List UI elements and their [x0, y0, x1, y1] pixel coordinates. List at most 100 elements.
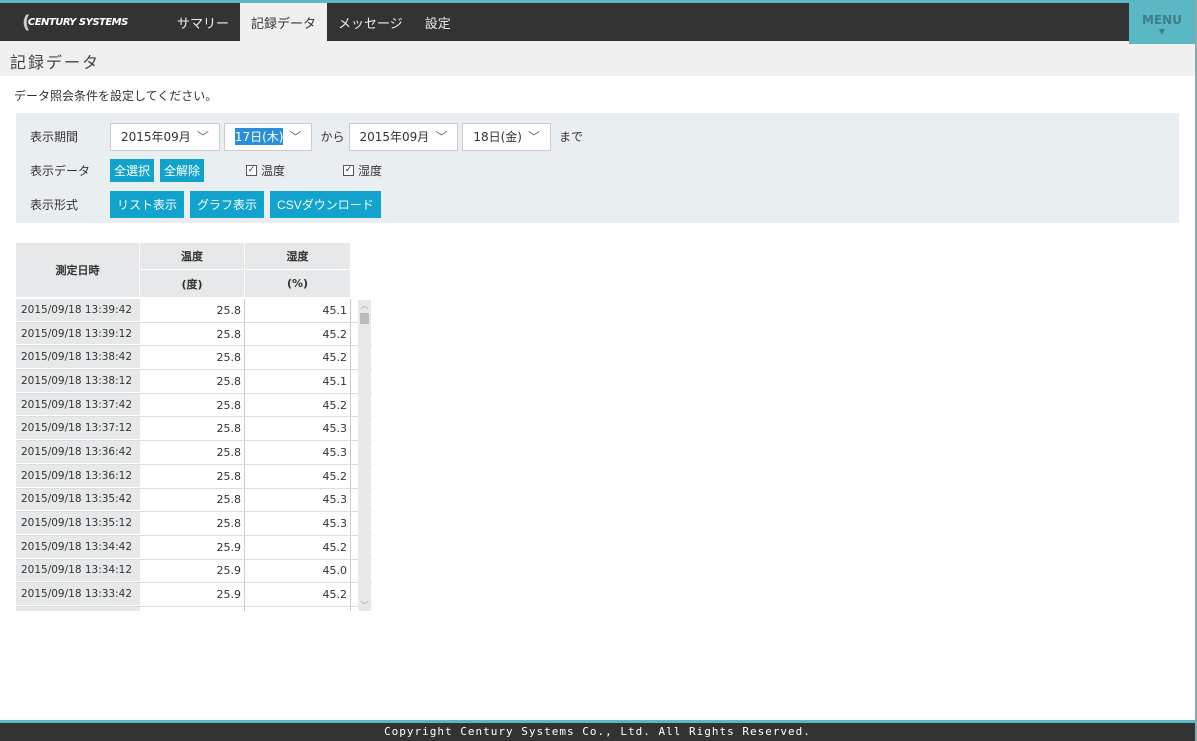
cell-datetime: 2015/09/18 13:33:42	[16, 583, 140, 606]
csv-download-button[interactable]: CSVダウンロード	[270, 191, 381, 218]
humidity-label: 湿度	[358, 164, 383, 178]
cell-temperature: 25.8	[140, 393, 245, 417]
checkbox-checked-icon: ✓	[343, 165, 355, 176]
table-row: 2015/09/18 13:39:12 25.8 45.2	[16, 322, 372, 347]
nav-settings[interactable]: 設定	[414, 3, 462, 41]
from-text: から	[320, 130, 345, 144]
cell-temperature: 25.8	[140, 464, 245, 488]
table-row: 2015/09/18 13:36:12 25.8 45.2	[16, 464, 372, 489]
from-month-select[interactable]: 2015年09月 ﹀	[110, 122, 220, 151]
cell-temperature: 25.9	[140, 583, 245, 606]
table-row: 2015/09/18 13:37:42 25.8 45.2	[16, 393, 372, 418]
select-all-button[interactable]: 全選択	[110, 159, 155, 182]
table-row: 2015/09/18 13:36:42 25.8 45.3	[16, 441, 372, 465]
caret-down-icon: ▼	[1158, 27, 1166, 36]
table-row: 2015/09/18 13:38:42 25.8 45.2	[16, 346, 372, 371]
cell-datetime	[16, 606, 140, 611]
cell-humidity: 45.3	[245, 441, 351, 464]
filter-panel: 表示期間 2015年09月 ﹀ 17日(木) ﹀ から 2015年09月 ﹀ 18日(…	[16, 113, 1179, 223]
cell-humidity: 45.3	[245, 512, 351, 535]
logo[interactable]: (CENTURY SYSTEMS	[0, 3, 150, 41]
to-day-select[interactable]: 18日(金) ﹀	[462, 122, 551, 151]
cell-temperature: 25.9	[140, 535, 245, 559]
cell-datetime: 2015/09/18 13:38:42	[16, 346, 140, 370]
cell-humidity: 45.2	[245, 346, 351, 370]
cell-temperature: 25.8	[140, 346, 245, 370]
scrollbar-thumb[interactable]	[360, 313, 369, 324]
cell-datetime: 2015/09/18 13:34:12	[16, 559, 140, 583]
cell-datetime: 2015/09/18 13:34:42	[16, 535, 140, 559]
cell-temperature: 25.8	[140, 417, 245, 441]
deselect-all-button[interactable]: 全解除	[160, 159, 205, 182]
table-row: 2015/09/18 13:38:12 25.8 45.1	[16, 370, 372, 394]
table-row: 2015/09/18 13:34:42 25.9 45.2	[16, 535, 372, 560]
main-nav: サマリー 記録データ メッセージ 設定	[166, 3, 462, 41]
cell-temperature: 25.8	[140, 370, 245, 393]
cell-humidity: 45.3	[245, 488, 351, 512]
cell-datetime: 2015/09/18 13:35:42	[16, 488, 140, 512]
cell-humidity: 45.2	[245, 322, 351, 346]
cell-temperature: 25.8	[140, 488, 245, 512]
nav-records[interactable]: 記録データ	[240, 3, 328, 41]
table-row: 2015/09/18 13:33:42 25.9 45.2	[16, 583, 372, 607]
page-title: 記録データ	[0, 41, 1195, 76]
cell-temperature: 25.8	[140, 299, 245, 322]
list-view-button[interactable]: リスト表示	[110, 191, 185, 218]
graph-view-button[interactable]: グラフ表示	[190, 191, 265, 218]
table-row: 2015/09/18 13:35:42 25.8 45.3	[16, 488, 372, 513]
chevron-down-icon: ﹀	[435, 130, 448, 144]
to-month-value: 2015年09月	[359, 130, 430, 144]
header-temperature-unit: (度)	[140, 270, 245, 297]
cell-temperature	[140, 606, 245, 611]
cell-humidity: 45.2	[245, 464, 351, 488]
period-label: 表示期間	[30, 130, 79, 144]
nav-messages[interactable]: メッセージ	[327, 3, 414, 41]
cell-humidity: 45.2	[245, 583, 351, 606]
nav-summary[interactable]: サマリー	[166, 3, 240, 41]
to-day-value: 18日(金)	[473, 130, 522, 144]
cell-datetime: 2015/09/18 13:39:12	[16, 322, 140, 346]
temperature-label: 温度	[261, 164, 286, 178]
logo-text: CENTURY SYSTEMS	[27, 16, 128, 28]
cell-temperature: 25.9	[140, 559, 245, 583]
to-month-select[interactable]: 2015年09月 ﹀	[348, 122, 459, 151]
header-temperature: 温度	[140, 243, 245, 270]
cell-datetime: 2015/09/18 13:37:42	[16, 393, 140, 417]
cell-humidity: 45.1	[245, 299, 351, 322]
cell-datetime: 2015/09/18 13:39:42	[16, 299, 140, 322]
footer-copyright: Copyright Century Systems Co., Ltd. All …	[0, 720, 1195, 741]
cell-temperature: 25.8	[140, 322, 245, 346]
from-month-value: 2015年09月	[121, 130, 191, 144]
table-row: 2015/09/18 13:35:12 25.8 45.3	[16, 512, 372, 536]
cell-temperature: 25.8	[140, 512, 245, 535]
cell-humidity: 45.3	[245, 417, 351, 441]
format-label: 表示形式	[30, 198, 79, 212]
chevron-down-icon: ﹀	[196, 130, 209, 144]
cell-humidity: 45.1	[245, 370, 351, 393]
cell-datetime: 2015/09/18 13:36:12	[16, 464, 140, 488]
humidity-checkbox[interactable]: ✓ 湿度	[343, 162, 382, 179]
data-table-header: 測定日時 温度 湿度 (度) (%)	[16, 243, 351, 297]
cell-temperature: 25.8	[140, 441, 245, 464]
table-row: 2015/09/18 13:37:12 25.8 45.3	[16, 417, 372, 442]
cell-datetime: 2015/09/18 13:38:12	[16, 370, 140, 393]
data-table-body: 2015/09/18 13:39:42 25.8 45.1 2015/09/18 13…	[16, 299, 372, 611]
header-humidity: 湿度	[245, 243, 351, 270]
checkbox-checked-icon: ✓	[246, 165, 258, 176]
header-datetime: 測定日時	[16, 243, 140, 297]
chevron-down-icon: ﹀	[527, 130, 540, 144]
table-scrollbar[interactable]: ︿ ﹀	[358, 300, 371, 611]
from-day-value: 17日(木)	[234, 128, 284, 145]
header-humidity-unit: (%)	[245, 270, 351, 297]
table-row: 2015/09/18 13:39:42 25.8 45.1	[16, 299, 372, 323]
table-row: 2015/09/18 13:34:12 25.9 45.0	[16, 559, 372, 584]
menu-button[interactable]: MENU ▼	[1129, 0, 1195, 44]
cell-humidity: 45.2	[245, 535, 351, 559]
temperature-checkbox[interactable]: ✓ 温度	[246, 162, 285, 179]
menu-label: MENU	[1142, 13, 1182, 27]
from-day-select[interactable]: 17日(木) ﹀	[223, 122, 313, 151]
cell-humidity	[245, 606, 351, 611]
scroll-down-icon[interactable]: ﹀	[358, 600, 371, 611]
chevron-down-icon: ﹀	[289, 130, 302, 144]
scroll-up-icon[interactable]: ︿	[358, 300, 371, 311]
